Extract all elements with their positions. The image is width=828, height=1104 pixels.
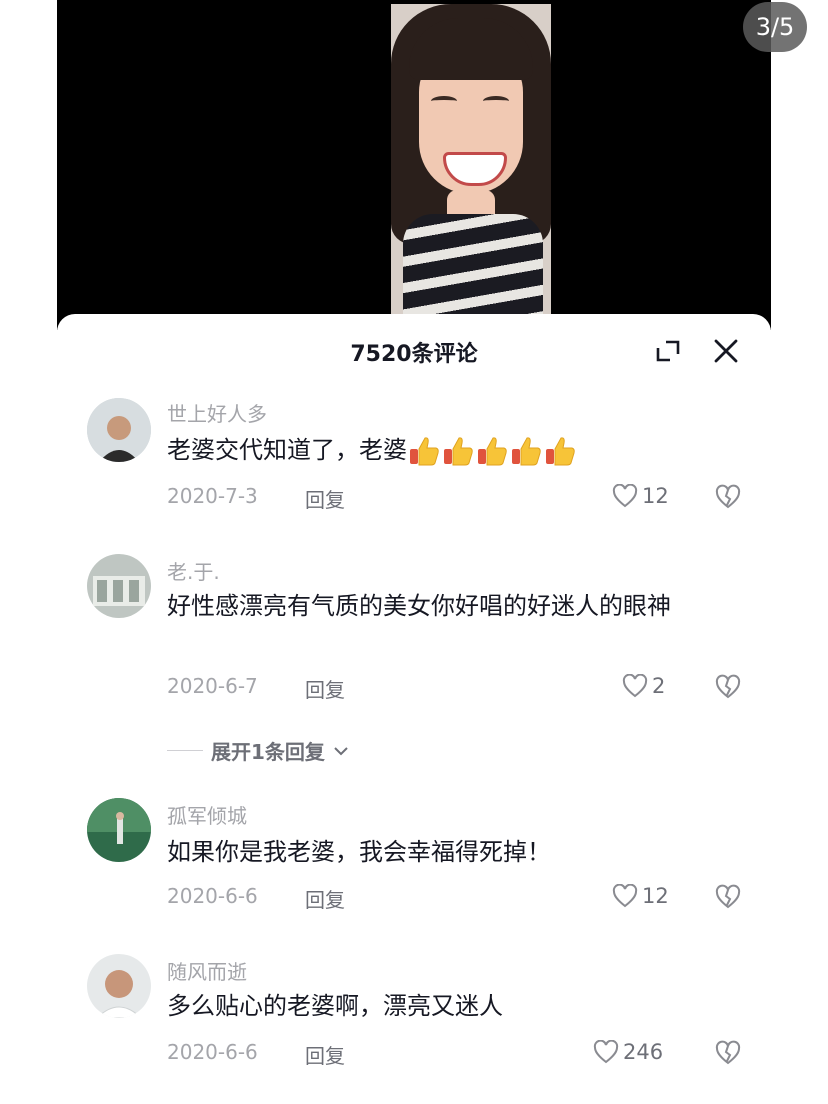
reply-button[interactable]: 回复 <box>305 884 345 913</box>
comment-text: 多么贴心的老婆啊，漂亮又迷人 <box>167 992 503 1020</box>
reply-button[interactable]: 回复 <box>305 1040 345 1069</box>
heart-icon <box>622 674 648 698</box>
like-button[interactable]: 246 <box>593 1040 663 1064</box>
avatar[interactable] <box>87 798 151 862</box>
comment-text-body: 老婆交代知道了，老婆 <box>167 436 407 464</box>
thumbs-up-icon <box>410 437 439 466</box>
expand-replies-button[interactable]: 展开1条回复 <box>167 736 349 765</box>
comment-date: 2020-6-6 <box>167 884 258 908</box>
chevron-down-icon <box>334 746 348 755</box>
avatar[interactable] <box>87 954 151 1018</box>
comment-sheet: 7520条评论 世上好人多 老婆交代知道了，老婆 2020-7-3 回复 12 … <box>57 314 771 1104</box>
comment-date: 2020-7-3 <box>167 484 258 508</box>
thumbs-up-icon <box>444 437 473 466</box>
dislike-icon[interactable] <box>715 674 741 700</box>
comment-date: 2020-6-7 <box>167 674 258 698</box>
like-button[interactable]: 12 <box>612 484 669 508</box>
heart-icon <box>612 884 638 908</box>
avatar[interactable] <box>87 398 151 462</box>
video-player[interactable] <box>57 0 771 330</box>
comment-username[interactable]: 世上好人多 <box>167 398 267 427</box>
video-frame <box>391 4 551 314</box>
comment-username[interactable]: 老.于. <box>167 556 220 585</box>
dislike-icon[interactable] <box>715 484 741 510</box>
comment-date: 2020-6-6 <box>167 1040 258 1064</box>
heart-icon <box>612 484 638 508</box>
thumbs-up-icon <box>478 437 507 466</box>
divider <box>167 750 203 751</box>
comment-username[interactable]: 随风而逝 <box>167 956 247 985</box>
like-button[interactable]: 2 <box>622 674 665 698</box>
heart-icon <box>593 1040 619 1064</box>
expand-replies-label: 展开1条回复 <box>211 740 325 764</box>
close-icon[interactable] <box>711 336 741 366</box>
dislike-icon[interactable] <box>715 884 741 910</box>
like-count: 2 <box>652 674 666 698</box>
comment-username[interactable]: 孤军倾城 <box>167 800 247 829</box>
comment-text: 好性感漂亮有气质的美女你好唱的好迷人的眼神 <box>167 592 671 620</box>
like-button[interactable]: 12 <box>612 884 669 908</box>
dislike-icon[interactable] <box>715 1040 741 1066</box>
avatar[interactable] <box>87 554 151 618</box>
reply-button[interactable]: 回复 <box>305 674 345 703</box>
expand-icon[interactable] <box>655 338 681 364</box>
like-count: 12 <box>642 484 669 508</box>
thumbs-up-icon <box>512 437 541 466</box>
like-count: 12 <box>642 884 669 908</box>
image-pager: 3/5 <box>743 2 807 52</box>
comment-text: 老婆交代知道了，老婆 <box>167 432 727 468</box>
thumbs-up-icon <box>546 437 575 466</box>
reply-button[interactable]: 回复 <box>305 484 345 513</box>
comment-text: 如果你是我老婆，我会幸福得死掉！ <box>167 838 551 866</box>
like-count: 246 <box>623 1040 664 1064</box>
